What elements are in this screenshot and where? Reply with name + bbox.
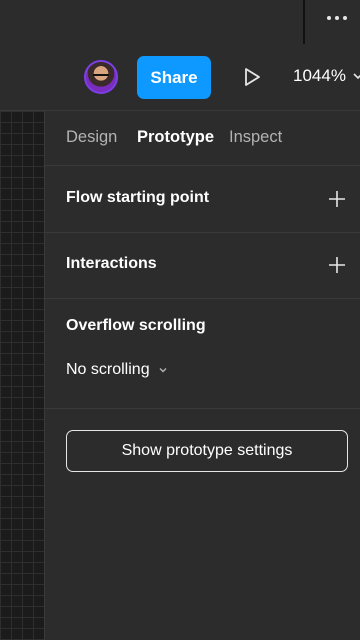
- share-button[interactable]: Share: [137, 56, 211, 99]
- flow-starting-point-label: Flow starting point: [66, 189, 210, 206]
- chevron-down-icon: [159, 368, 167, 373]
- tab-prototype[interactable]: Prototype: [137, 128, 214, 147]
- play-icon[interactable]: [241, 66, 263, 88]
- overflow-scrolling-value: No scrolling: [66, 361, 150, 378]
- avatar[interactable]: [84, 60, 118, 94]
- tab-design[interactable]: Design: [66, 128, 117, 147]
- zoom-value: 1044%: [293, 66, 346, 85]
- flow-starting-point-section: Flow starting point: [45, 166, 360, 233]
- overflow-scrolling-section: Overflow scrolling No scrolling: [45, 298, 360, 409]
- more-icon[interactable]: [327, 16, 347, 20]
- tab-inspect[interactable]: Inspect: [229, 128, 282, 147]
- zoom-dropdown[interactable]: 1044%: [293, 66, 360, 86]
- panel-tabs: Design Prototype Inspect: [45, 111, 360, 166]
- prototype-panel: Design Prototype Inspect Flow starting p…: [44, 111, 360, 640]
- overflow-scrolling-label: Overflow scrolling: [66, 317, 206, 334]
- show-prototype-settings-button[interactable]: Show prototype settings: [66, 430, 348, 472]
- overflow-scrolling-select[interactable]: No scrolling: [66, 361, 168, 379]
- chevron-down-icon: [353, 73, 360, 80]
- top-bar: [0, 0, 360, 44]
- interactions-section: Interactions: [45, 232, 360, 299]
- top-bar-divider: [303, 0, 305, 44]
- canvas-grid[interactable]: [0, 111, 44, 640]
- interactions-label: Interactions: [66, 255, 157, 272]
- plus-icon[interactable]: [328, 256, 346, 274]
- plus-icon[interactable]: [328, 190, 346, 208]
